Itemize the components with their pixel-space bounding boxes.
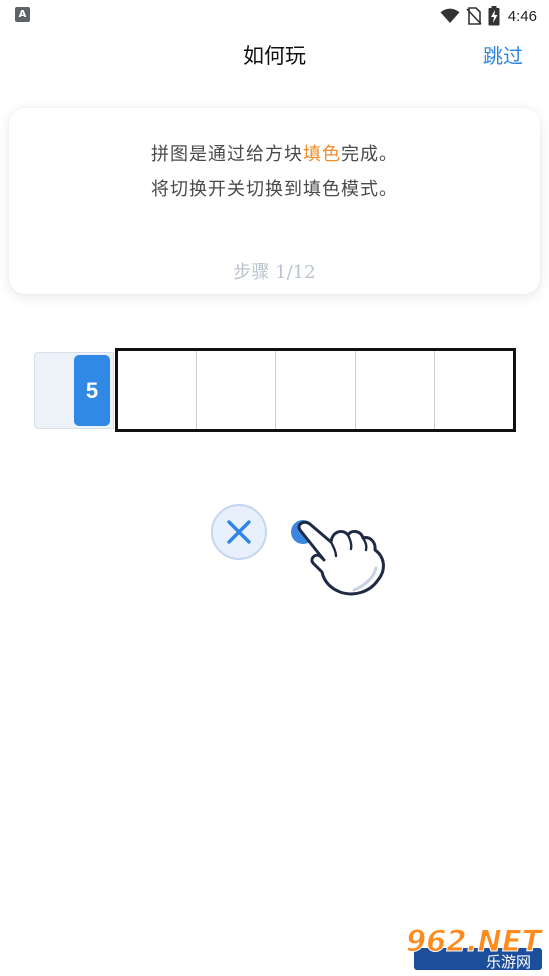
cross-mode-button[interactable] (211, 504, 267, 560)
status-icons: 4:46 (440, 6, 537, 26)
watermark-logo: 962.NET 乐游网 (406, 924, 545, 971)
screen: A 4:46 如何玩 跳过 拼图是通过给方块填色完成。 将切换开关切换到填色模式… (0, 0, 549, 976)
close-icon (227, 520, 251, 544)
tutorial-instruction-line-2: 将切换开关切换到填色模式。 (151, 179, 398, 200)
no-sim-icon (466, 7, 482, 25)
pointing-hand-icon (288, 517, 385, 596)
status-time: 4:46 (507, 7, 537, 25)
grid-cell[interactable] (276, 351, 356, 429)
row-clue-number: 5 (74, 355, 110, 426)
tutorial-card: 拼图是通过给方块填色完成。 将切换开关切换到填色模式。 步骤 1/12 (9, 108, 540, 294)
instruction-text: 拼图是通过给方块 (151, 144, 303, 165)
grid-cell[interactable] (118, 351, 198, 429)
instruction-text-end: 完成。 (341, 144, 398, 165)
app-notification-icon: A (15, 7, 30, 22)
grid-cell[interactable] (197, 351, 277, 429)
status-bar: A 4:46 (0, 0, 549, 32)
grid-cell[interactable] (435, 351, 513, 429)
watermark-subtitle: 乐游网 (486, 953, 531, 971)
skip-button[interactable]: 跳过 (483, 40, 523, 69)
page-title: 如何玩 (243, 44, 306, 68)
tutorial-instruction-line-1: 拼图是通过给方块填色完成。 (9, 140, 540, 166)
wifi-icon (440, 8, 460, 23)
puzzle-grid (115, 348, 516, 432)
battery-charging-icon (488, 6, 500, 26)
grid-cell[interactable] (356, 351, 435, 429)
step-indicator: 步骤 1/12 (233, 262, 316, 283)
fill-color-highlight: 填色 (303, 144, 341, 165)
